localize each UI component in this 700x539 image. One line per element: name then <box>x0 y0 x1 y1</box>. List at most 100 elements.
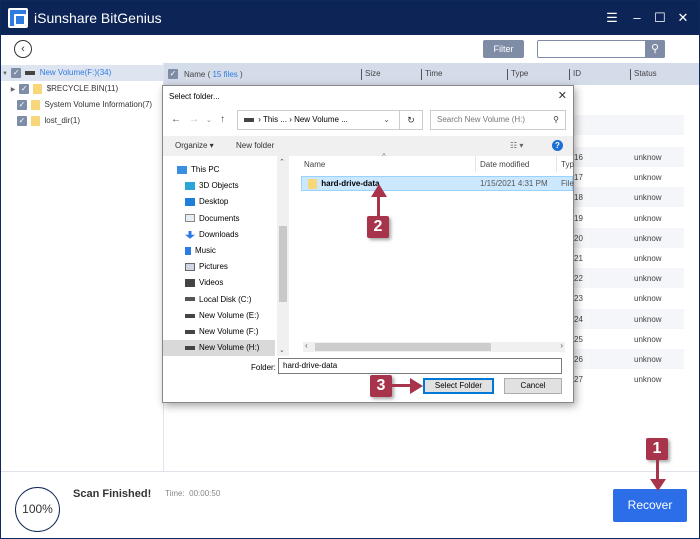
annotation-arrowhead-2 <box>371 184 387 197</box>
file-list-pane: ^ Name Date modified Typ hard-drive-data… <box>296 152 574 356</box>
nav-scrollbar[interactable]: ⌃ ⌄ <box>277 156 289 356</box>
row-status: unknow <box>634 314 662 324</box>
folder-list-item[interactable]: hard-drive-data 1/15/2021 4:31 PM File <box>301 176 574 191</box>
select-all-checkbox[interactable]: ✓ <box>168 69 178 79</box>
row-status: unknow <box>634 213 662 223</box>
help-icon[interactable]: ? <box>552 140 563 151</box>
nav-item-label: Local Disk (C:) <box>199 294 252 304</box>
dialog-close-icon[interactable]: ✕ <box>558 89 567 102</box>
nav-item[interactable]: New Volume (H:) <box>163 340 275 357</box>
scroll-up-icon[interactable]: ⌃ <box>279 158 285 166</box>
nav-item-label: Music <box>195 246 216 255</box>
up-arrow-icon[interactable]: ↑ <box>220 114 225 125</box>
tree-item-label: $RECYCLE.BIN(11) <box>46 84 119 93</box>
annotation-badge-1: 1 <box>646 438 668 460</box>
row-status: unknow <box>634 375 662 385</box>
nav-item-label: This PC <box>191 165 220 174</box>
nav-item[interactable]: This PC <box>177 162 289 178</box>
select-folder-dialog: Select folder... ✕ ← → ⌄ ↑ › This ... › … <box>162 85 574 403</box>
maximize-icon[interactable]: ☐ <box>652 10 668 26</box>
app-title: iSunshare BitGenius <box>34 10 162 26</box>
row-id: 24 <box>574 314 583 324</box>
search-placeholder: Search New Volume (H:) <box>437 115 526 124</box>
nav-scroll-thumb[interactable] <box>279 226 287 302</box>
row-id: 18 <box>574 193 583 203</box>
close-icon[interactable]: ✕ <box>675 10 691 26</box>
folder-icon <box>31 99 41 110</box>
sort-indicator-icon: ^ <box>382 152 386 161</box>
row-id: 16 <box>574 153 583 162</box>
list-header-name[interactable]: Name <box>304 160 325 169</box>
folder-icon <box>31 115 41 126</box>
status-column-header[interactable]: Status <box>630 69 657 80</box>
app-logo-icon <box>8 8 28 28</box>
row-status: unknow <box>634 355 662 364</box>
row-id: 25 <box>574 334 583 344</box>
id-column-header[interactable]: ID <box>569 69 581 80</box>
time-column-header[interactable]: Time <box>421 69 442 80</box>
tree-item-label: System Volume Information(7) <box>44 100 153 109</box>
tree-item[interactable]: ▶ ✓ $RECYCLE.BIN(11) <box>1 81 163 97</box>
scroll-left-icon[interactable]: ‹ <box>305 341 308 350</box>
list-scroll-thumb[interactable] <box>315 343 491 351</box>
tree-item[interactable]: ✓ lost_dir(1) <box>1 113 163 129</box>
back-arrow-icon[interactable]: ← <box>171 114 181 125</box>
size-column-header[interactable]: Size <box>361 69 381 80</box>
row-id: 21 <box>574 254 583 263</box>
annotation-arrow-3 <box>392 384 412 387</box>
annotation-badge-2: 2 <box>367 216 389 238</box>
annotation-arrowhead-1 <box>650 479 666 491</box>
dialog-title: Select folder... <box>169 92 220 101</box>
type-column-header[interactable]: Type <box>507 69 528 80</box>
expand-arrow-icon[interactable]: ▼ <box>1 66 9 82</box>
forward-arrow-icon[interactable]: → <box>189 114 199 125</box>
expand-arrow-icon[interactable]: ▶ <box>9 82 17 98</box>
folder-input[interactable]: hard-drive-data <box>278 358 562 374</box>
checkbox-checked-icon[interactable]: ✓ <box>17 115 27 126</box>
drive-icon <box>25 70 36 75</box>
organize-menu[interactable]: Organize ▾ <box>175 141 214 150</box>
checkbox-checked-icon[interactable]: ✓ <box>11 67 22 78</box>
filter-button[interactable]: Filter <box>483 40 524 58</box>
search-icon[interactable]: ⚲ <box>645 40 665 58</box>
nav-item-label: Documents <box>199 213 240 223</box>
menu-icon[interactable]: ☰ <box>604 10 620 26</box>
view-options-icon[interactable]: ☷ ▾ <box>510 141 523 150</box>
scroll-down-icon[interactable]: ⌄ <box>279 346 285 354</box>
checkbox-checked-icon[interactable]: ✓ <box>19 83 30 94</box>
back-button[interactable]: ‹ <box>14 40 32 58</box>
status-panel: 100% Scan Finished! Time: 00:00:50 Recov… <box>1 471 699 538</box>
checkbox-checked-icon[interactable]: ✓ <box>17 99 27 110</box>
music-icon <box>185 246 191 255</box>
nav-item-label: 3D Objects <box>199 181 239 191</box>
nav-item-label: New Volume (H:) <box>199 343 260 353</box>
address-bar[interactable]: › This ... › New Volume ... ⌄ <box>237 110 423 130</box>
tree-item[interactable]: ✓ System Volume Information(7) <box>1 97 163 113</box>
list-horizontal-scrollbar[interactable]: ‹ › <box>303 341 565 352</box>
new-folder-button[interactable]: New folder <box>236 141 274 150</box>
refresh-icon[interactable]: ↻ <box>399 110 423 130</box>
select-folder-button[interactable]: Select Folder <box>423 378 494 394</box>
recover-button[interactable]: Recover <box>613 489 687 522</box>
list-header-type[interactable]: Typ <box>561 160 574 169</box>
recent-chevron-icon[interactable]: ⌄ <box>206 116 212 124</box>
time-label: Time: <box>165 489 185 498</box>
row-id: 19 <box>574 213 583 223</box>
cube-icon <box>185 182 195 191</box>
tree-root-label: New Volume(F:)(34) <box>39 68 112 77</box>
list-header-date[interactable]: Date modified <box>480 160 529 169</box>
name-column-header[interactable]: Name ( 15 files ) <box>184 70 243 79</box>
scroll-right-icon[interactable]: › <box>560 341 563 350</box>
address-dropdown-icon[interactable]: ⌄ <box>383 111 390 129</box>
item-date: 1/15/2021 4:31 PM <box>480 179 548 188</box>
search-input[interactable]: ⚲ <box>537 40 665 58</box>
name-header-suffix: ) <box>237 70 243 79</box>
row-status: unknow <box>634 294 662 304</box>
tree-root[interactable]: ▼ ✓ New Volume(F:)(34) <box>1 65 163 81</box>
name-header-prefix: Name ( <box>184 70 213 79</box>
drive-icon <box>244 117 254 122</box>
minimize-icon[interactable]: – <box>629 10 645 25</box>
dialog-search-input[interactable]: Search New Volume (H:) ⚲ <box>430 110 566 130</box>
desktop-icon <box>185 198 195 207</box>
cancel-button[interactable]: Cancel <box>504 378 562 394</box>
